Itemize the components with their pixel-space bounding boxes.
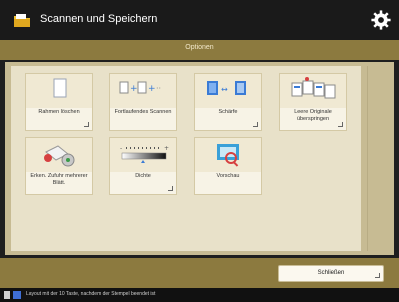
footer-bar: Schließen [0,258,399,288]
status-bar: Layout mit der 10 Taste, nachdem der Ste… [0,288,399,302]
page-icon [53,78,67,98]
multi-feed-icon [44,145,75,167]
tile-vorschau[interactable]: Vorschau [194,137,262,195]
status-icon [4,291,10,299]
options-title: Optionen [185,44,214,51]
expand-corner-icon [375,273,380,278]
status-message: Layout mit der 10 Taste, nachdem der Ste… [26,291,156,297]
tile-label: Schärfe [218,109,238,115]
job-status-icon[interactable] [13,291,21,299]
expand-corner-icon [168,186,173,191]
close-button-label: Schließen [317,270,345,276]
options-grid: Rahmen löschen + + ·· Fortlaufendes Scan… [11,66,361,251]
tile-icon-area [280,74,346,108]
tile-label: Fortlaufendes Scannen [114,109,172,115]
header-bar: Scannen und Speichern [0,0,399,40]
svg-text:+: + [164,145,169,152]
tile-dichte[interactable]: - + Dichte [109,137,177,195]
app-title: Scannen und Speichern [40,13,158,25]
tile-icon-area: - + [110,138,176,172]
tile-fortlaufendes-scannen[interactable]: + + ·· Fortlaufendes Scannen [109,73,177,131]
expand-corner-icon [84,122,89,127]
tile-schaerfe[interactable]: ↔ Schärfe [194,73,262,131]
skip-blank-icon [291,77,336,99]
svg-text:+: + [148,84,156,94]
tile-label: Leere Originale überspringen [294,109,332,122]
folder-icon [14,14,30,27]
tile-icon-area: ↔ [195,74,261,108]
continuous-scan-icon: + + ·· [119,81,161,94]
svg-text:↔: ↔ [221,85,228,94]
screen: Scannen und Speichern Optionen Rahmen lö… [0,0,399,302]
expand-corner-icon [253,122,258,127]
options-panel: Rahmen löschen + + ·· Fortlaufendes Scan… [5,62,394,255]
tile-label: Dichte [135,173,151,179]
scrollbar[interactable] [367,66,390,251]
svg-text:+: + [130,84,138,94]
gear-icon[interactable] [371,10,391,30]
preview-icon [217,144,239,167]
tile-icon-area: + + ·· [110,74,176,108]
options-subheader: Optionen [0,40,399,60]
expand-corner-icon [338,122,343,127]
close-button[interactable]: Schließen [278,265,384,282]
tile-leere-originale[interactable]: Leere Originale überspringen [279,73,347,131]
tile-label: Vorschau [216,173,240,179]
tile-label: Erken. Zufuhr mehrerer Blätt. [30,173,88,186]
svg-text:··: ·· [156,84,161,93]
tile-rahmen-loeschen[interactable]: Rahmen löschen [25,73,93,131]
tile-erken-zufuhr[interactable]: Erken. Zufuhr mehrerer Blätt. [25,137,93,195]
svg-text:-: - [120,145,122,152]
density-icon: - + [120,145,169,163]
sharpness-icon: ↔ [207,81,246,95]
tile-icon-area [195,138,261,172]
tile-icon-area [26,138,92,172]
tile-icon-area [26,74,92,108]
tile-label: Rahmen löschen [38,109,80,115]
